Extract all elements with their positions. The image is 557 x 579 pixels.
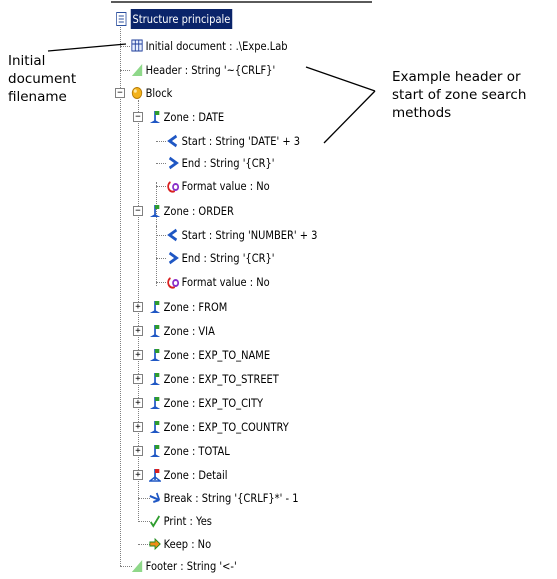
callout-lines: [47, 43, 376, 144]
callout-start: [323, 90, 376, 144]
callout-header: [305, 66, 376, 92]
callout-initial-document: [47, 43, 127, 52]
